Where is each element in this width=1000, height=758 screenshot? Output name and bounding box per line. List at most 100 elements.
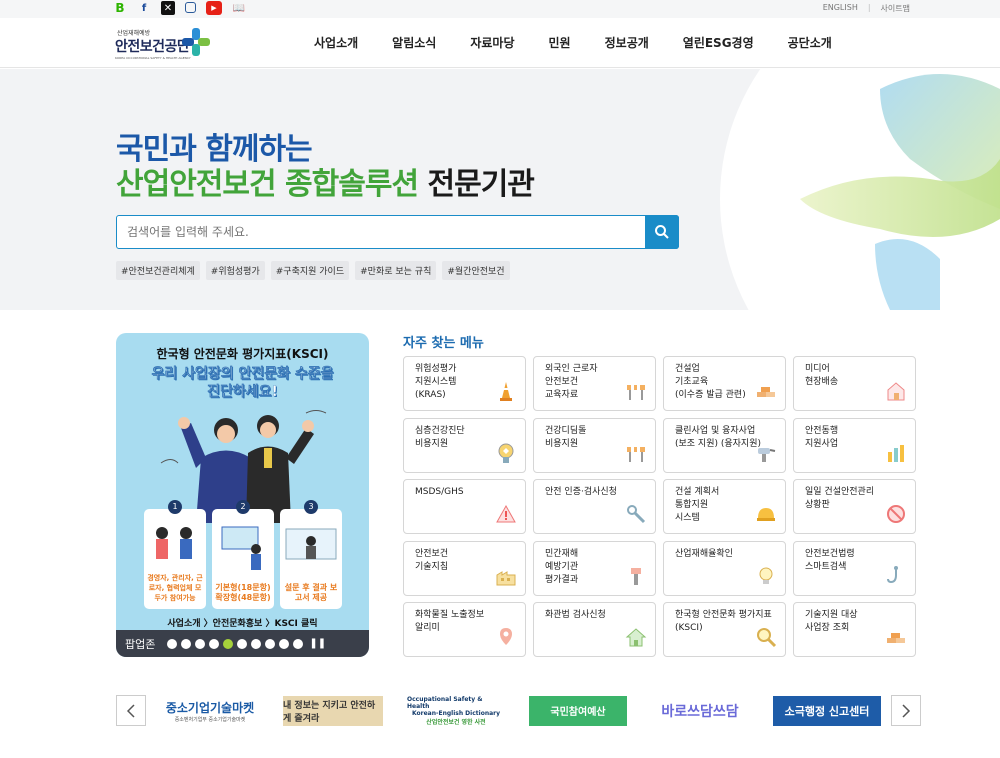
slide-dot[interactable] xyxy=(279,638,290,649)
step-text: 기본형(18문항) 확장형(48문항) xyxy=(215,583,271,602)
slide-dot[interactable] xyxy=(237,638,248,649)
top-links: ENGLISH | 사이트맵 xyxy=(823,3,910,14)
frequent-menu-item[interactable]: 건설 계획서 통합지원 시스템 xyxy=(663,479,786,534)
hero-section: 국민과 함께하는 산업안전보건 종합솔루션 전문기관 #안전보건관리체계 #위험… xyxy=(0,69,1000,310)
site-header: 산업재해예방 안전보건공단 KOREA OCCUPATIONAL SAFETY … xyxy=(0,18,1000,68)
frequent-menu-label: 클린사업 및 융자사업 (보조 지원) (융자지원) xyxy=(675,425,762,449)
frequent-menu-label: 안전동행 지원사업 xyxy=(805,425,839,449)
partner-logo-budget[interactable]: 국민참여예산 xyxy=(529,695,627,726)
slide-dot[interactable] xyxy=(181,638,192,649)
slide-dot[interactable] xyxy=(265,638,276,649)
badge-icon xyxy=(498,443,514,463)
blog-icon[interactable]: B xyxy=(113,1,127,15)
pause-icon[interactable]: ❚❚ xyxy=(309,638,326,649)
chevron-left-icon xyxy=(126,703,135,718)
frequent-menu-item[interactable]: 외국인 근로자 안전보건 교육자료 xyxy=(533,356,656,411)
frequent-menu-item[interactable]: 안전보건법령 스마트검색 xyxy=(793,540,916,596)
step-number: 2 xyxy=(236,500,250,514)
barrier-icon xyxy=(627,385,645,400)
nav-about[interactable]: 공단소개 xyxy=(788,34,832,51)
popup-zone-label: 팝업존 xyxy=(125,637,156,651)
frequent-menu-label: 기술지원 대상 사업장 조회 xyxy=(805,610,858,633)
site-logo[interactable]: 산업재해예방 안전보건공단 KOREA OCCUPATIONAL SAFETY … xyxy=(115,28,215,62)
frequent-menu-item[interactable]: MSDS/GHS xyxy=(403,479,526,534)
partner-logos: 중소기업기술마켓 중소벤처기업부 중소기업기술마켓 내 정보는 지키고 안전하게… xyxy=(161,695,881,726)
frequent-menu-label: 민간재해 예방기관 평가결과 xyxy=(545,548,579,585)
instagram-icon[interactable] xyxy=(185,2,196,13)
slide-dot[interactable] xyxy=(223,638,234,649)
step-card: 2 기본형(18문항) 확장형(48문항) xyxy=(212,500,274,609)
logo-name: 안전보건공단 xyxy=(115,39,190,55)
partner-logo-language[interactable]: 바로쓰담쓰담 xyxy=(651,696,749,726)
partner-logo-tech-market[interactable]: 중소기업기술마켓 중소벤처기업부 중소기업기술마켓 xyxy=(161,696,259,726)
frequent-menu-item[interactable]: 화학물질 노출정보 알리미 xyxy=(403,602,526,657)
logo-cross-icon xyxy=(182,28,210,56)
hashtag[interactable]: #만화로 보는 규칙 xyxy=(355,261,437,280)
hashtag-list: #안전보건관리체계 #위험성평가 #구축지원 가이드 #만화로 보는 규칙 #월… xyxy=(116,261,510,280)
search-button[interactable] xyxy=(645,214,679,249)
frequent-menu-item[interactable]: 미디어 현장배송 xyxy=(793,356,916,411)
english-link[interactable]: ENGLISH xyxy=(823,3,858,14)
hashtag[interactable]: #구축지원 가이드 xyxy=(270,261,350,280)
popup-zone-controls: 팝업존 ❚❚ xyxy=(116,630,369,657)
facebook-icon[interactable]: f xyxy=(137,1,151,15)
hashtag[interactable]: #위험성평가 xyxy=(205,261,265,280)
frequent-menu-item[interactable]: 화관법 검사신청 xyxy=(533,602,656,657)
warning-icon xyxy=(496,504,516,523)
social-links: B f ✕ ▶ 📖 xyxy=(113,1,246,15)
frequent-menu-item[interactable]: 안전 인증·검사신청 xyxy=(533,479,656,534)
partner-logo-dictionary[interactable]: Occupational Safety & Health Korean-Engl… xyxy=(407,696,505,726)
frequent-menu-item[interactable]: 민간재해 예방기관 평가결과 xyxy=(533,540,656,596)
frequent-menu-item[interactable]: 위험성평가 지원시스템 (KRAS) xyxy=(403,356,526,411)
search-input[interactable] xyxy=(117,216,637,247)
frequent-menu-item[interactable]: 건설업 기초교육 (이수증 발급 관련) xyxy=(663,356,786,411)
frequent-menu-grid: 위험성평가 지원시스템 (KRAS) 외국인 근로자 안전보건 교육자료 건설업 기… xyxy=(403,356,916,657)
search-icon xyxy=(655,224,669,239)
frequent-menu-item[interactable]: 기술지원 대상 사업장 조회 xyxy=(793,602,916,657)
frequent-menu-title: 자주 찾는 메뉴 xyxy=(403,336,484,351)
carousel-next-button[interactable] xyxy=(891,695,921,726)
partner-logo-report-center[interactable]: 소극행정 신고센터 xyxy=(773,695,881,726)
chart-icon xyxy=(888,444,904,462)
frequent-menu-item[interactable]: 건강디딤돌 비용지원 xyxy=(533,417,656,473)
popup-banner[interactable]: 한국형 안전문화 평가지표(KSCI) 우리 사업장의 안전문화 수준을 진단하… xyxy=(116,333,369,657)
youtube-icon[interactable]: ▶ xyxy=(206,1,222,15)
drill-icon xyxy=(758,447,776,462)
slide-dot[interactable] xyxy=(293,638,304,649)
step-text: 경영자, 관리자, 근로자, 협력업체 모두가 참여가능 xyxy=(147,574,203,602)
carousel-prev-button[interactable] xyxy=(116,695,146,726)
frequent-menu-item[interactable]: 산업재해율확인 xyxy=(663,540,786,596)
slide-dot[interactable] xyxy=(209,638,220,649)
frequent-menu-item[interactable]: 클린사업 및 융자사업 (보조 지원) (융자지원) xyxy=(663,417,786,473)
frequent-menu-item[interactable]: 안전보건 기술지침 xyxy=(403,540,526,596)
nav-civil[interactable]: 민원 xyxy=(549,34,571,51)
nav-resources[interactable]: 자료마당 xyxy=(470,34,514,51)
factory-icon xyxy=(496,570,516,585)
nav-esg[interactable]: 열린ESG경영 xyxy=(683,34,754,51)
slide-dot[interactable] xyxy=(251,638,262,649)
slide-dot[interactable] xyxy=(195,638,206,649)
nav-news[interactable]: 알림소식 xyxy=(392,34,436,51)
book-icon[interactable]: 📖 xyxy=(232,1,246,15)
hashtag[interactable]: #월간안전보건 xyxy=(442,261,510,280)
meeting-illustration xyxy=(156,527,192,559)
partner-logo-text: 산업안전보건 영한 사전 xyxy=(426,718,486,726)
hashtag[interactable]: #안전보건관리체계 xyxy=(116,261,200,280)
partner-logo-privacy[interactable]: 내 정보는 지키고 안전하게 즐겨라 xyxy=(283,695,383,726)
x-icon[interactable]: ✕ xyxy=(161,1,175,15)
nav-business[interactable]: 사업소개 xyxy=(314,34,358,51)
frequent-menu-item[interactable]: 안전동행 지원사업 xyxy=(793,417,916,473)
banner-title: 한국형 안전문화 평가지표(KSCI) xyxy=(156,347,329,361)
frequent-menu-item[interactable]: 일일 건설안전관리 상황판 xyxy=(793,479,916,534)
home-icon xyxy=(625,628,647,647)
no-icon xyxy=(887,505,905,523)
slide-indicators xyxy=(167,638,304,649)
frequent-menu-label: 미디어 현장배송 xyxy=(805,364,839,387)
slide-dot[interactable] xyxy=(167,638,178,649)
frequent-menu-item[interactable]: 심층건강진단 비용지원 xyxy=(403,417,526,473)
frequent-menu-label: 산업재해율확인 xyxy=(675,548,733,559)
nav-disclosure[interactable]: 정보공개 xyxy=(605,34,649,51)
sitemap-link[interactable]: 사이트맵 xyxy=(881,3,910,14)
bricks-icon xyxy=(757,387,775,397)
frequent-menu-item[interactable]: 한국형 안전문화 평가지표 (KSCI) xyxy=(663,602,786,657)
